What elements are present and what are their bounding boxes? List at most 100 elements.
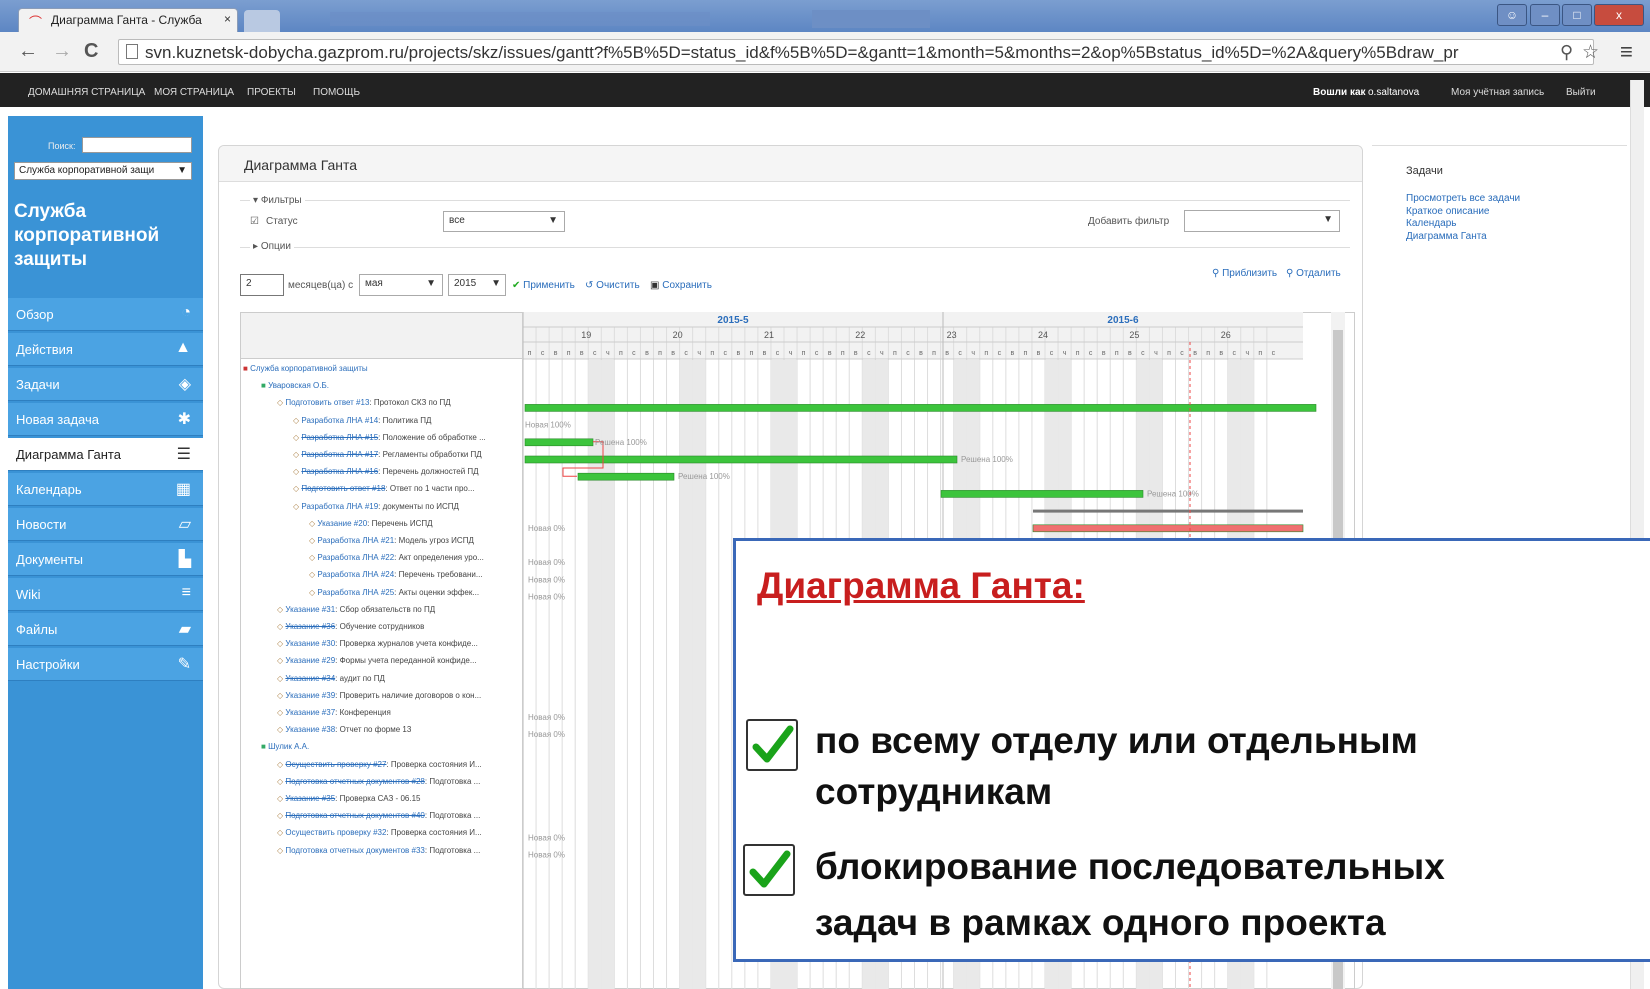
issue-link[interactable]: Указание #36 [285, 622, 335, 631]
gantt-subject-row[interactable]: ◇ Подготовить ответ #13: Протокол СКЗ по… [277, 398, 559, 407]
nav-projects[interactable]: ПРОЕКТЫ [247, 87, 296, 98]
sidebar-item-4[interactable]: Диаграмма Ганта ☰ [8, 438, 203, 471]
issue-link[interactable]: Указание #35 [285, 794, 335, 803]
issue-link[interactable]: Подготовка отчетных документов #28 [285, 777, 425, 786]
sidebar-item-10[interactable]: Настройки ✎ [8, 648, 203, 681]
add-filter-select[interactable]: ▼ [1184, 210, 1340, 232]
gantt-subject-row[interactable]: ◇ Разработка ЛНА #21: Модель угроз ИСПД [309, 536, 591, 545]
nav-logout[interactable]: Выйти [1566, 87, 1596, 98]
issue-link[interactable]: Разработка ЛНА #21 [317, 536, 394, 545]
right-link-1[interactable]: Краткое описание [1406, 206, 1490, 217]
status-checkbox[interactable]: ☑ [250, 216, 259, 227]
forward-icon[interactable]: → [52, 40, 72, 63]
browser-tab-new[interactable] [244, 10, 280, 32]
status-select[interactable]: все ▼ [443, 211, 565, 232]
nav-mypage[interactable]: МОЯ СТРАНИЦА [154, 87, 234, 98]
gantt-subject-row[interactable]: ◇ Указание #29: Формы учета переданной к… [277, 656, 559, 665]
browser-tab-active[interactable]: ⌒ Диаграмма Ганта - Служба × [18, 8, 238, 32]
gantt-subject-row[interactable]: ◇ Разработка ЛНА #19: документы по ИСПД [293, 502, 575, 511]
gantt-subject-row[interactable]: ◇ Подготовка отчетных документов #28: По… [277, 777, 559, 786]
gantt-subject-row[interactable]: ◇ Указание #20: Перечень ИСПД [309, 519, 591, 528]
issue-link[interactable]: Разработка ЛНА #14 [301, 416, 378, 425]
issue-link[interactable]: Указание #34 [285, 674, 335, 683]
issue-link[interactable]: Подготовка отчетных документов #33 [285, 846, 425, 855]
issue-link[interactable]: Разработка ЛНА #25 [317, 588, 394, 597]
issue-link[interactable]: Указание #39 [285, 691, 335, 700]
apply-link[interactable]: ✔ Применить [512, 280, 575, 291]
issue-link[interactable]: Осуществить проверку #32 [285, 828, 386, 837]
right-link-3[interactable]: Диаграмма Ганта [1406, 231, 1487, 242]
issue-link[interactable]: Указание #38 [285, 725, 335, 734]
chrome-menu-icon[interactable]: ≡ [1620, 39, 1633, 65]
sidebar-item-7[interactable]: Документы ▙ [8, 543, 203, 576]
gantt-subject-row[interactable]: ◇ Указание #35: Проверка САЗ - 06.15 [277, 794, 559, 803]
search-input[interactable] [82, 137, 192, 153]
url-input[interactable]: svn.kuznetsk-dobycha.gazprom.ru/projects… [118, 39, 1594, 65]
gantt-subject-row[interactable]: ◇ Разработка ЛНА #14: Политика ПД [293, 416, 575, 425]
sidebar-item-8[interactable]: Wiki ≡ [8, 578, 203, 611]
project-select[interactable]: Служба корпоративной защи ▼ [14, 162, 192, 180]
gantt-subject-row[interactable]: ◇ Разработка ЛНА #22: Акт определения ур… [309, 553, 591, 562]
issue-link[interactable]: Осуществить проверку #27 [285, 760, 386, 769]
gantt-subject-row[interactable]: ◇ Указание #37: Конференция [277, 708, 559, 717]
back-icon[interactable]: ← [18, 40, 38, 63]
gantt-subject-row[interactable]: ■ Служба корпоративной защиты [243, 364, 525, 373]
nav-help[interactable]: ПОМОЩЬ [313, 87, 360, 98]
issue-link[interactable]: Подготовить ответ #18 [301, 484, 385, 493]
issue-link[interactable]: Разработка ЛНА #24 [317, 570, 394, 579]
zoom-in-link[interactable]: ⚲ Приблизить [1212, 268, 1277, 279]
gantt-subject-row[interactable]: ◇ Указание #31: Сбор обязательств по ПД [277, 605, 559, 614]
gantt-subject-row[interactable]: ◇ Осуществить проверку #32: Проверка сос… [277, 828, 559, 837]
gantt-subject-row[interactable]: ◇ Подготовка отчетных документов #33: По… [277, 846, 559, 855]
bookmark-star-icon[interactable]: ☆ [1582, 41, 1599, 64]
issue-link[interactable]: Разработка ЛНА #19 [301, 502, 378, 511]
nav-home[interactable]: ДОМАШНЯЯ СТРАНИЦА [28, 87, 145, 98]
issue-link[interactable]: Указание #20 [317, 519, 367, 528]
gantt-subject-row[interactable]: ◇ Указание #34: аудит по ПД [277, 674, 559, 683]
sidebar-item-3[interactable]: Новая задача ✱ [8, 403, 203, 436]
sidebar-item-2[interactable]: Задачи ◈ [8, 368, 203, 401]
gantt-subject-row[interactable]: ◇ Разработка ЛНА #24: Перечень требовани… [309, 570, 591, 579]
zoom-out-link[interactable]: ⚲ Отдалить [1286, 268, 1341, 279]
gantt-subject-row[interactable]: ◇ Подготовить ответ #18: Ответ по 1 част… [293, 484, 575, 493]
issue-link[interactable]: Разработка ЛНА #22 [317, 553, 394, 562]
gantt-subject-row[interactable]: ◇ Указание #38: Отчет по форме 13 [277, 725, 559, 734]
minimize-button[interactable]: – [1530, 4, 1560, 26]
gantt-subject-row[interactable]: ◇ Разработка ЛНА #16: Перечень должносте… [293, 467, 575, 476]
sidebar-item-5[interactable]: Календарь ▦ [8, 473, 203, 506]
sidebar-item-0[interactable]: Обзор ◔ [8, 298, 203, 331]
months-input[interactable]: 2 [240, 274, 284, 296]
issue-link[interactable]: Разработка ЛНА #15 [301, 433, 378, 442]
gantt-subject-row[interactable]: ◇ Разработка ЛНА #25: Акты оценки эффек.… [309, 588, 591, 597]
right-link-0[interactable]: Просмотреть все задачи [1406, 193, 1520, 204]
zoom-icon[interactable]: ⚲ [1560, 42, 1573, 63]
sidebar-item-6[interactable]: Новости ▱ [8, 508, 203, 541]
user-icon[interactable]: ☺ [1497, 4, 1527, 26]
issue-link[interactable]: Подготовить ответ #13 [285, 398, 369, 407]
issue-link[interactable]: Указание #31 [285, 605, 335, 614]
gantt-subject-row[interactable]: ■ Уваровская О.Б. [261, 381, 543, 390]
sidebar-item-1[interactable]: Действия ▲ [8, 333, 203, 366]
save-link[interactable]: ▣ Сохранить [650, 280, 712, 291]
gantt-subject-row[interactable]: ■ Шулик А.А. [261, 742, 543, 751]
close-window-button[interactable]: x [1594, 4, 1644, 26]
clear-link[interactable]: ↺ Очистить [585, 280, 640, 291]
issue-link[interactable]: Указание #30 [285, 639, 335, 648]
right-link-2[interactable]: Календарь [1406, 218, 1456, 229]
issue-link[interactable]: Указание #29 [285, 656, 335, 665]
options-toggle[interactable]: ▸ Опции [250, 241, 294, 252]
sidebar-item-9[interactable]: Файлы ▰ [8, 613, 203, 646]
issue-link[interactable]: Указание #37 [285, 708, 335, 717]
gantt-subject-row[interactable]: ◇ Указание #36: Обучение сотрудников [277, 622, 559, 631]
year-select[interactable]: 2015 ▼ [448, 274, 506, 296]
maximize-button[interactable]: □ [1562, 4, 1592, 26]
gantt-subject-row[interactable]: ◇ Указание #30: Проверка журналов учета … [277, 639, 559, 648]
logged-user[interactable]: o.saltanova [1368, 87, 1419, 98]
gantt-subject-row[interactable]: ◇ Разработка ЛНА #15: Положение об обраб… [293, 433, 575, 442]
reload-icon[interactable]: C [84, 40, 98, 63]
filters-toggle[interactable]: ▾ Фильтры [250, 195, 305, 206]
issue-link[interactable]: Подготовка отчетных документов #40 [285, 811, 425, 820]
issue-link[interactable]: Разработка ЛНА #17 [301, 450, 378, 459]
tab-close-icon[interactable]: × [224, 12, 231, 26]
gantt-subject-row[interactable]: ◇ Осуществить проверку #27: Проверка сос… [277, 760, 559, 769]
